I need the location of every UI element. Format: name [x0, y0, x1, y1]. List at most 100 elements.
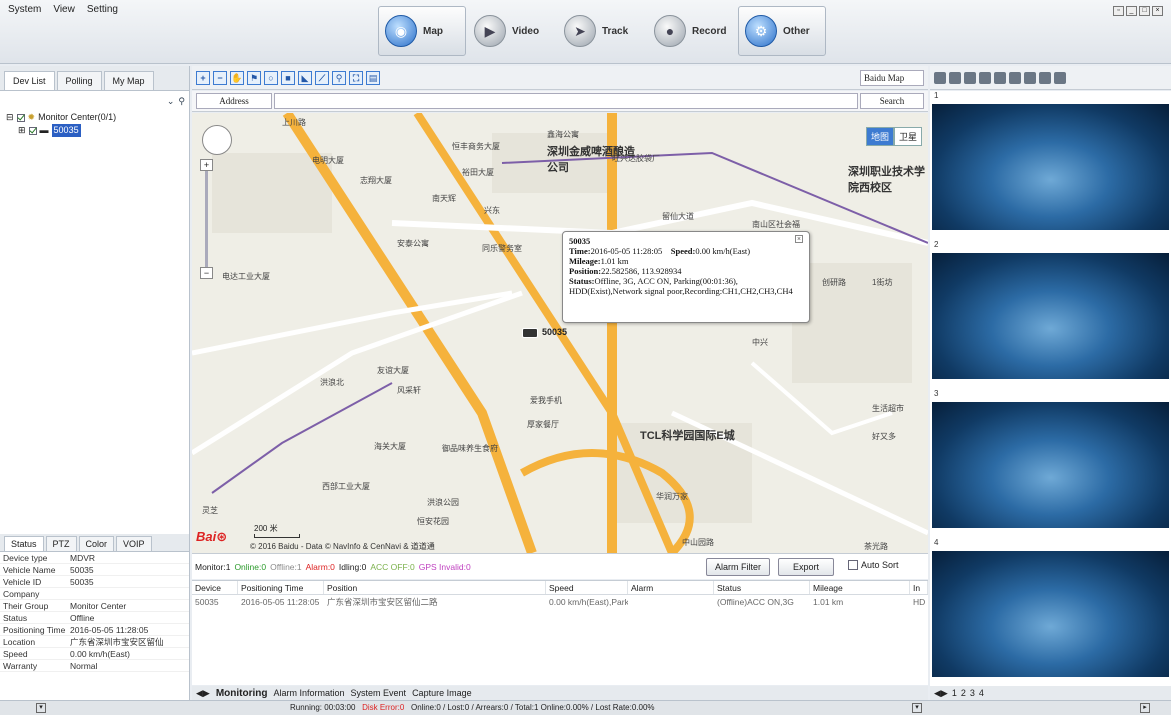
- tab-my-map[interactable]: My Map: [103, 71, 154, 90]
- map-canvas[interactable]: + − 地图 卫星 上川路 鑫海公寓 恒丰商务大厦 旺兴达胶袋厂 电明大厦 裕田大厦 深圳金…: [192, 113, 928, 553]
- fullscreen-icon[interactable]: [1054, 71, 1066, 84]
- close-icon[interactable]: ×: [1152, 6, 1163, 16]
- page-4[interactable]: 4: [979, 688, 984, 698]
- root-checkbox[interactable]: [16, 113, 25, 122]
- page-1[interactable]: 1: [952, 688, 957, 698]
- nav-other-button[interactable]: ⚙ Other: [738, 6, 826, 56]
- search-icon[interactable]: ⚲: [178, 96, 185, 107]
- expand-down-icon[interactable]: ▾: [912, 703, 922, 713]
- polygon-icon[interactable]: ◣: [298, 70, 312, 85]
- zoom-plus-icon[interactable]: +: [200, 159, 213, 171]
- nav-track-button[interactable]: ➤ Track: [558, 6, 646, 56]
- flag-icon[interactable]: ⚑: [247, 70, 261, 85]
- video-screen[interactable]: [932, 551, 1169, 677]
- fullscreen-icon[interactable]: ⛶: [349, 70, 363, 85]
- zoom-track[interactable]: [205, 171, 208, 267]
- map-copyright: © 2016 Baidu - Data © NavInfo & CenNavi …: [250, 542, 435, 551]
- tree-root[interactable]: ⊟ ✹ Monitor Center(0/1): [6, 111, 189, 124]
- zoom-minus-icon[interactable]: −: [200, 267, 213, 279]
- export-button[interactable]: Export: [778, 558, 834, 576]
- video-channel-4[interactable]: 4: [932, 538, 1169, 677]
- column-header[interactable]: Mileage: [810, 581, 910, 594]
- tab-dev-list[interactable]: Dev List: [4, 71, 55, 90]
- column-header[interactable]: Position: [324, 581, 546, 594]
- map-type-satellite[interactable]: 卫星: [893, 127, 922, 146]
- maximize-icon[interactable]: □: [1139, 6, 1150, 16]
- property-key: Their Group: [3, 601, 49, 611]
- save-icon[interactable]: ▤: [366, 70, 380, 85]
- video-screen[interactable]: [932, 402, 1169, 528]
- tab-alarm-information[interactable]: Alarm Information: [274, 688, 345, 698]
- minimize-icon[interactable]: _: [1126, 6, 1137, 16]
- page-2[interactable]: 2: [961, 688, 966, 698]
- column-header[interactable]: Positioning Time: [238, 581, 324, 594]
- scroll-left-icon[interactable]: ◀▶: [196, 688, 210, 699]
- column-header[interactable]: In: [910, 581, 928, 594]
- collapse-icon[interactable]: ⊟: [6, 111, 14, 124]
- expand-right-icon[interactable]: ▸: [1140, 703, 1150, 713]
- close-icon[interactable]: ×: [795, 235, 803, 243]
- expand-down-icon[interactable]: ▾: [36, 703, 46, 713]
- search-button[interactable]: Search: [860, 93, 924, 109]
- menu-system[interactable]: System: [8, 4, 41, 15]
- expand-icon[interactable]: ⊞: [18, 124, 26, 137]
- compass-icon[interactable]: [202, 125, 232, 155]
- zoom-in-icon[interactable]: +: [196, 70, 210, 85]
- menu-setting[interactable]: Setting: [87, 4, 118, 15]
- tab-system-event[interactable]: System Event: [351, 688, 407, 698]
- nav-map-button[interactable]: ◉ Map: [378, 6, 466, 56]
- tab-polling[interactable]: Polling: [56, 71, 102, 90]
- tab-status[interactable]: Status: [4, 536, 44, 551]
- video-screen[interactable]: [932, 253, 1169, 379]
- rectangle-icon[interactable]: ■: [281, 70, 295, 85]
- column-header[interactable]: Speed: [546, 581, 628, 594]
- map-type-map[interactable]: 地图: [865, 127, 894, 146]
- video-screen[interactable]: [932, 104, 1169, 230]
- zoom-slider[interactable]: + −: [200, 159, 214, 283]
- property-value: MDVR: [70, 553, 96, 563]
- map-provider-select[interactable]: Baidu Map: [860, 70, 924, 86]
- nav-video-button[interactable]: ▶ Video: [468, 6, 556, 56]
- table-row[interactable]: 50035 2016-05-05 11:28:05 广东省深圳市宝安区留仙二路 0.0…: [192, 595, 928, 609]
- page-3[interactable]: 3: [970, 688, 975, 698]
- circle-icon[interactable]: ○: [264, 70, 278, 85]
- auto-sort-checkbox[interactable]: [848, 560, 858, 570]
- tab-capture-image[interactable]: Capture Image: [412, 688, 472, 698]
- column-header[interactable]: Alarm: [628, 581, 714, 594]
- layout-icon[interactable]: [934, 71, 946, 84]
- auto-sort[interactable]: Auto Sort: [848, 560, 899, 570]
- popup-speed: 0.00 km/h(East): [695, 246, 751, 256]
- layout-icon[interactable]: [949, 71, 961, 84]
- pager-arrows-icon[interactable]: ◀▶: [934, 688, 948, 699]
- menu-view[interactable]: View: [53, 4, 75, 15]
- tree-device[interactable]: ⊞ ▬ 50035: [6, 124, 189, 137]
- video-channel-3[interactable]: 3: [932, 389, 1169, 528]
- camera-icon[interactable]: [994, 71, 1006, 84]
- device-checkbox[interactable]: [28, 126, 37, 135]
- tab-color[interactable]: Color: [78, 536, 115, 551]
- column-header[interactable]: Status: [714, 581, 810, 594]
- restore-icon[interactable]: ▫: [1113, 6, 1124, 16]
- line-icon[interactable]: ⟋: [315, 70, 329, 85]
- record-icon[interactable]: [979, 71, 991, 84]
- play-icon[interactable]: [1024, 71, 1036, 84]
- search-icon[interactable]: ⚲: [332, 70, 346, 85]
- tab-monitoring[interactable]: Monitoring: [216, 688, 268, 699]
- video-channel-1[interactable]: 1: [932, 91, 1169, 230]
- column-header[interactable]: Device: [192, 581, 238, 594]
- pan-icon[interactable]: ✋: [230, 70, 244, 85]
- nav-record-button[interactable]: ● Record: [648, 6, 736, 56]
- online-stats: Online:0 / Lost:0 / Arrears:0 / Total:1 …: [410, 703, 655, 712]
- property-key: Status: [3, 613, 28, 623]
- stop-icon[interactable]: [1039, 71, 1051, 84]
- tab-ptz[interactable]: PTZ: [45, 536, 77, 551]
- vehicle-marker[interactable]: [522, 328, 538, 338]
- alarm-filter-button[interactable]: Alarm Filter: [706, 558, 770, 576]
- snapshot-icon[interactable]: [964, 71, 976, 84]
- volume-icon[interactable]: [1009, 71, 1021, 84]
- video-channel-2[interactable]: 2: [932, 240, 1169, 379]
- address-input[interactable]: [274, 93, 858, 109]
- chevron-down-icon[interactable]: ⌄: [167, 96, 175, 107]
- zoom-out-icon[interactable]: −: [213, 70, 227, 85]
- tab-voip[interactable]: VOIP: [116, 536, 152, 551]
